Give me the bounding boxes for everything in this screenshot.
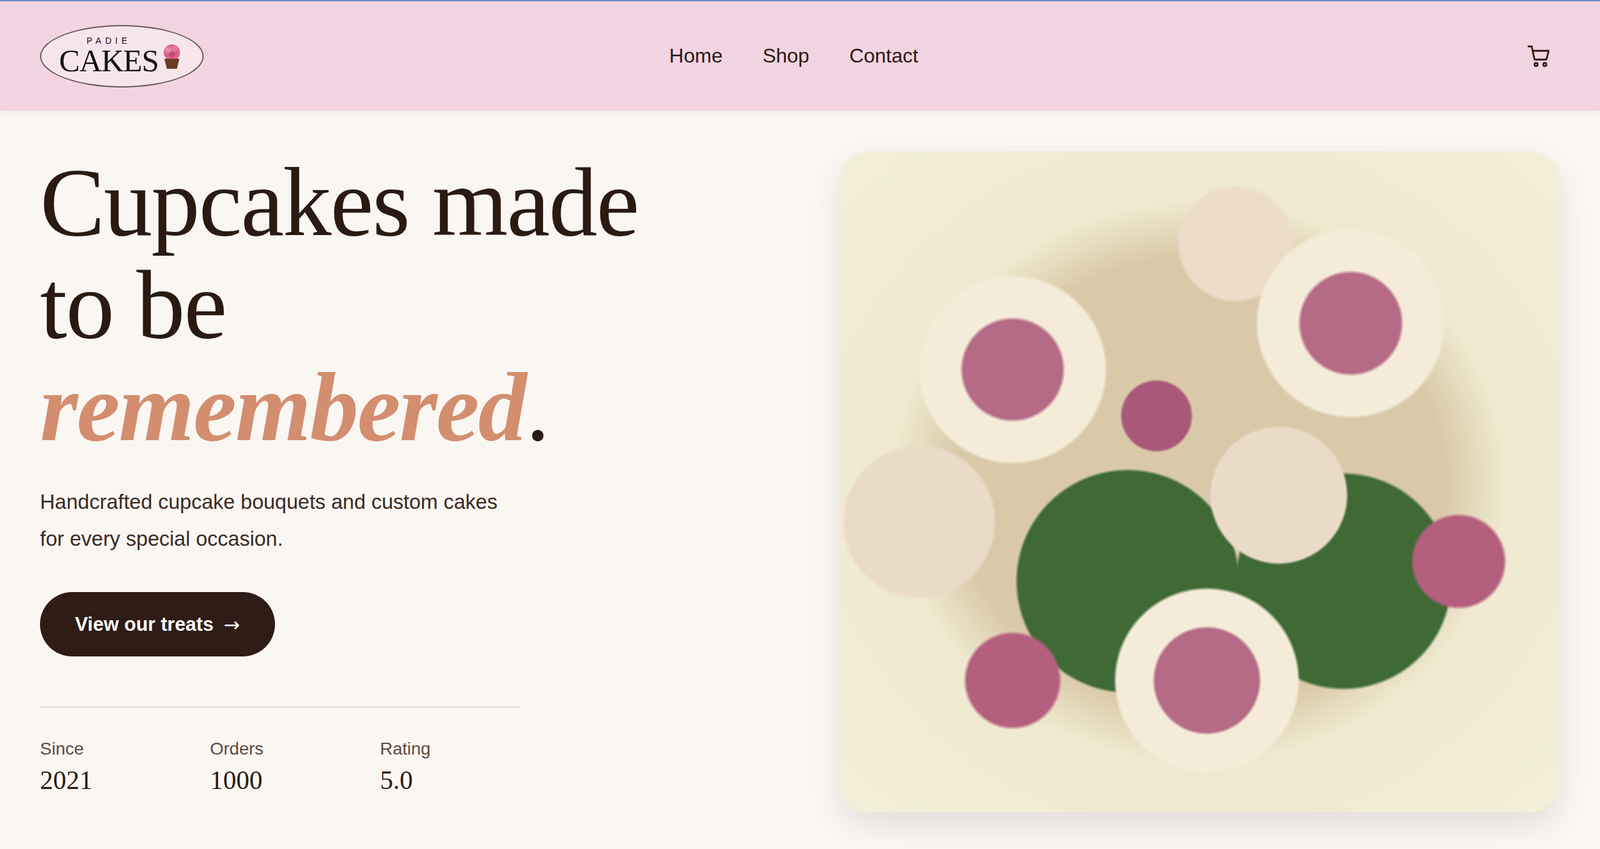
cart-button[interactable] (1523, 40, 1555, 72)
title-line: to be (40, 253, 639, 357)
stat-value: 5.0 (380, 765, 550, 795)
logo-top: PADIE (86, 36, 132, 45)
hero-title: Cupcakes madeto be remembered. (40, 151, 639, 459)
page: PADIE CAKES Home Shop Contact Cupcakes mad… (0, 0, 1600, 849)
stat-label: Orders (210, 738, 380, 759)
stat-value: 1000 (210, 765, 380, 795)
hero-content: Cupcakes madeto be remembered. Handcraft… (40, 151, 803, 795)
nav-link[interactable]: Shop (762, 44, 810, 68)
stat: Rating 5.0 (380, 738, 550, 795)
cupcake-icon (159, 42, 185, 70)
logo-text: PADIE CAKES (59, 36, 159, 77)
logo[interactable]: PADIE CAKES (40, 25, 204, 88)
stat-label: Rating (380, 738, 550, 759)
title-line: remembered. (40, 356, 639, 459)
nav-link[interactable]: Home (669, 44, 723, 68)
cart-icon (1526, 43, 1553, 70)
cupcake-bouquet-photo (840, 151, 1560, 813)
view-treats-button[interactable]: View our treats → (40, 591, 275, 657)
title-line: Cupcakes made (40, 151, 639, 254)
logo-main: CAKES (59, 45, 159, 77)
stat: Since 2021 (40, 738, 210, 795)
title-accent: remembered (40, 353, 526, 462)
stat: Orders 1000 (210, 738, 380, 795)
stats: Since 2021Orders 1000Rating 5.0 (40, 707, 550, 795)
stat-label: Since (40, 738, 210, 759)
hero-subtitle: Handcrafted cupcake bouquets and custom … (40, 483, 498, 557)
header: PADIE CAKES Home Shop Contact (0, 0, 1600, 111)
arrow-icon: → (223, 613, 240, 636)
stat-value: 2021 (40, 765, 210, 795)
divider (40, 706, 520, 708)
nav-link[interactable]: Contact (849, 44, 919, 68)
hero: Cupcakes madeto be remembered. Handcraft… (0, 110, 1600, 838)
nav: Home Shop Contact (669, 44, 919, 68)
